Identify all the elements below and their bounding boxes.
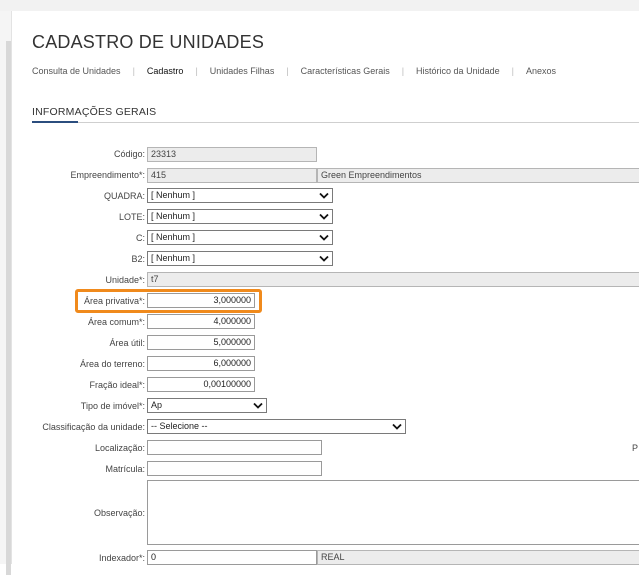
classificacao-select-value: -- Selecione -- [151,421,208,431]
empreendimento-code-field: 415 [147,168,317,183]
c-select-value: [ Nenhum ] [151,232,196,242]
tipo-imovel-select-value: Ap [151,400,163,410]
empreendimento-name-field: Green Empreendimentos [317,168,639,183]
chevron-down-icon [319,255,329,262]
tab-historico-unidade[interactable]: Histórico da Unidade [416,66,500,76]
classificacao-select[interactable]: -- Selecione -- [147,419,406,434]
tab-separator: | [511,66,514,76]
matricula-label: Matrícula: [105,464,145,474]
tab-consulta-unidades[interactable]: Consulta de Unidades [32,66,121,76]
b2-select[interactable]: [ Nenhum ] [147,251,333,266]
tab-separator: | [195,66,198,76]
quadra-select-value: [ Nenhum ] [151,190,196,200]
indexador-name-field: REAL [317,550,639,565]
lote-select[interactable]: [ Nenhum ] [147,209,333,224]
area-util-label: Área útil: [109,338,145,348]
tab-anexos[interactable]: Anexos [526,66,556,76]
area-comum-label: Área comum*: [87,317,145,327]
tab-separator: | [286,66,289,76]
section-title: INFORMAÇÕES GERAIS [32,106,157,118]
area-privativa-label: Área privativa*: [83,296,145,306]
top-bar [0,0,639,11]
classificacao-label: Classificação da unidade: [42,422,145,432]
area-terreno-label: Área do terreno: [79,359,145,369]
c-label: C: [136,233,145,243]
chevron-down-icon [319,234,329,241]
quadra-label: QUADRA: [103,191,145,201]
codigo-label: Código: [113,149,145,159]
tab-separator: | [401,66,405,76]
lote-select-value: [ Nenhum ] [151,211,196,221]
b2-select-value: [ Nenhum ] [151,253,196,263]
tipo-imovel-label: Tipo de imóvel*: [80,401,145,411]
left-sidebar [0,11,12,575]
tab-bar: Consulta de Unidades | Cadastro | Unidad… [32,66,556,76]
indexador-label: Indexador*: [98,553,145,563]
quadra-select[interactable]: [ Nenhum ] [147,188,333,203]
unidade-label: Unidade*: [105,275,145,285]
codigo-field: 23313 [147,147,317,162]
area-terreno-input[interactable]: 6,000000 [147,356,255,371]
chevron-down-icon [392,423,402,430]
section-divider [32,122,639,123]
localizacao-input[interactable] [147,440,322,455]
fracao-ideal-input[interactable]: 0,00100000 [147,377,255,392]
area-comum-input[interactable]: 4,000000 [147,314,255,329]
unidade-field: t7 [147,272,639,287]
chevron-down-icon [253,402,263,409]
section-accent-bar [32,121,78,123]
c-select[interactable]: [ Nenhum ] [147,230,333,245]
tab-separator: | [132,66,135,76]
matricula-input[interactable] [147,461,322,476]
b2-label: B2: [131,254,145,264]
fracao-ideal-label: Fração ideal*: [89,380,145,390]
empreendimento-label: Empreendimento*: [70,170,145,180]
area-privativa-input[interactable]: 3,000000 [147,293,255,308]
indexador-code-input[interactable]: 0 [147,550,317,565]
tab-unidades-filhas[interactable]: Unidades Filhas [210,66,275,76]
tab-caracteristicas-gerais[interactable]: Características Gerais [301,66,390,76]
sidebar-scroll-track[interactable] [6,41,11,575]
observacao-label: Observação: [93,508,145,518]
page-title: CADASTRO DE UNIDADES [32,32,265,52]
area-util-input[interactable]: 5,000000 [147,335,255,350]
tipo-imovel-select[interactable]: Ap [147,398,267,413]
chevron-down-icon [319,213,329,220]
observacao-textarea[interactable] [147,480,639,545]
tab-cadastro[interactable]: Cadastro [147,66,184,76]
localizacao-label: Localização: [94,443,145,453]
chevron-down-icon [319,192,329,199]
lote-label: LOTE: [118,212,145,222]
cut-off-label: P [632,443,639,453]
